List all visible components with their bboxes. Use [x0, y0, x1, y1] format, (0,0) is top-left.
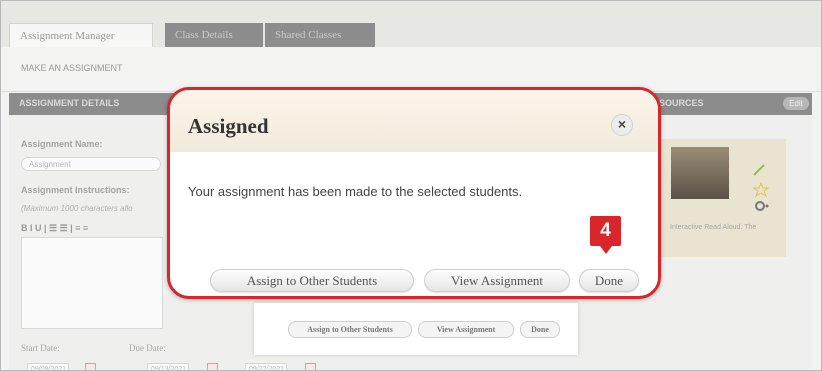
resources-heading: SOURCES [659, 98, 704, 108]
due-date-label: Due Date: [129, 343, 166, 353]
calendar-icon[interactable] [305, 363, 316, 370]
background-dialog: Assign to Other Students View Assignment… [254, 303, 578, 355]
assignment-details-heading: ASSIGNMENT DETAILS [19, 98, 120, 108]
bg-assign-other-button[interactable]: Assign to Other Students [288, 321, 412, 338]
dialog-title: Assigned [188, 114, 269, 138]
assigned-dialog: Assigned × Your assignment has been made… [167, 87, 661, 299]
instructions-textarea[interactable] [21, 237, 163, 329]
callout-pointer [600, 246, 612, 254]
assignment-instructions-label: Assignment Instructions: [21, 185, 130, 195]
app-window: Assignment Manager Class Details Shared … [0, 0, 822, 371]
assignment-name-input[interactable]: Assignment [21, 157, 161, 171]
tab-bar: Assignment Manager Class Details Shared … [1, 1, 821, 47]
edit-button[interactable]: Edit [783, 97, 809, 110]
start-date-label: Start Date: [21, 343, 60, 353]
dialog-message: Your assignment has been made to the sel… [188, 184, 523, 199]
end-date-field[interactable]: 09/22/2021 [245, 363, 287, 370]
resource-thumbnail [671, 147, 729, 199]
resource-action-icons[interactable] [752, 161, 770, 221]
tab-shared-classes[interactable]: Shared Classes [265, 23, 375, 47]
due-date-field[interactable]: 09/13/2021 [147, 363, 189, 370]
resource-card[interactable]: Interactive Read Aloud: The [656, 139, 786, 257]
tab-assignment-manager[interactable]: Assignment Manager [9, 23, 153, 47]
assign-other-students-button[interactable]: Assign to Other Students [210, 269, 414, 292]
text-format-toolbar[interactable]: B I U | ☰ ☰ | ≡ ≡ [21, 223, 88, 234]
calendar-icon[interactable] [207, 363, 218, 370]
start-date-field[interactable]: 09/09/2021 [27, 363, 69, 370]
page-subheader: MAKE AN ASSIGNMENT [1, 47, 821, 92]
close-icon[interactable]: × [611, 114, 633, 136]
view-assignment-button[interactable]: View Assignment [424, 269, 570, 292]
done-button[interactable]: Done [579, 269, 639, 292]
assignment-name-label: Assignment Name: [21, 139, 103, 149]
calendar-icon[interactable] [85, 363, 96, 370]
resource-title: Interactive Read Aloud: The [670, 224, 757, 231]
page-subheader-label: MAKE AN ASSIGNMENT [21, 63, 123, 73]
bg-view-assignment-button[interactable]: View Assignment [418, 321, 514, 338]
tab-class-details[interactable]: Class Details [165, 23, 263, 47]
step-callout-badge: 4 [590, 216, 621, 246]
instructions-hint: (Maximum 1000 characters allo [21, 204, 133, 213]
bg-done-button[interactable]: Done [520, 321, 560, 338]
